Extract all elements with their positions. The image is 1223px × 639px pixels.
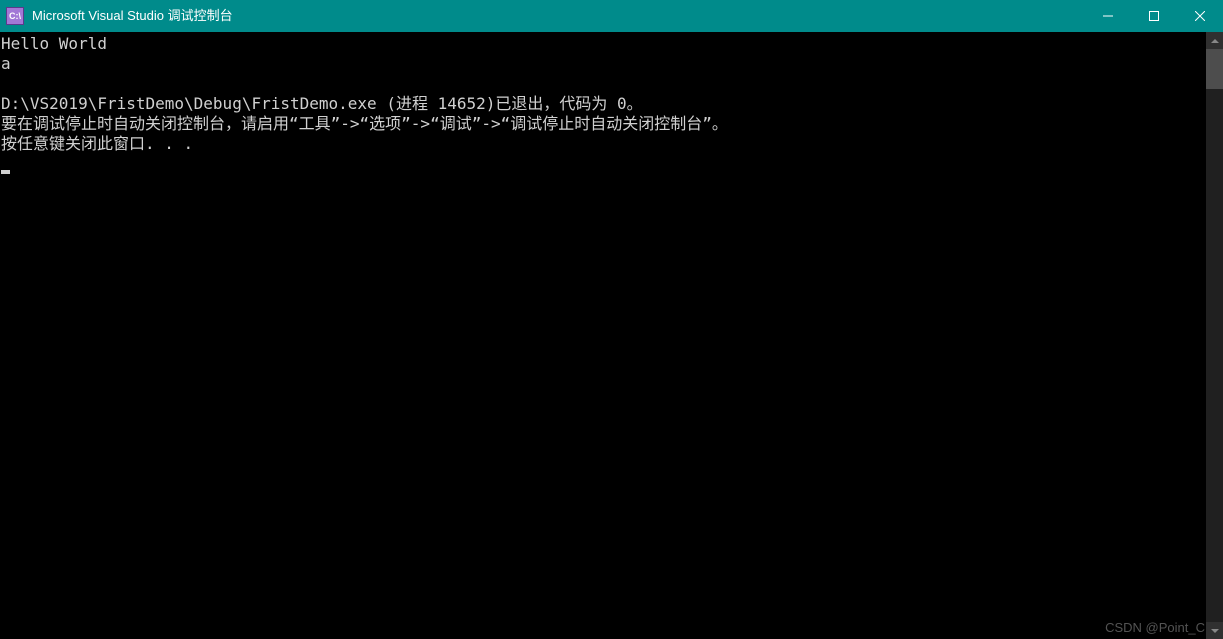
content-area: Hello World a D:\VS2019\FristDemo\Debug\… — [0, 32, 1223, 639]
watermark: CSDN @Point_C — [1105, 620, 1205, 635]
vertical-scrollbar[interactable] — [1206, 32, 1223, 639]
console-line: Hello World — [1, 34, 107, 53]
maximize-button[interactable] — [1131, 0, 1177, 32]
window-controls — [1085, 0, 1223, 32]
titlebar: C:\ Microsoft Visual Studio 调试控制台 — [0, 0, 1223, 32]
scroll-thumb[interactable] — [1206, 49, 1223, 89]
minimize-icon — [1103, 11, 1113, 21]
chevron-up-icon — [1211, 39, 1219, 43]
chevron-down-icon — [1211, 629, 1219, 633]
console-line: a — [1, 54, 11, 73]
app-icon: C:\ — [6, 7, 24, 25]
scroll-up-button[interactable] — [1206, 32, 1223, 49]
console-line: 要在调试停止时自动关闭控制台，请启用“工具”->“选项”->“调试”->“调试停… — [1, 114, 728, 133]
cursor — [1, 170, 10, 174]
maximize-icon — [1149, 11, 1159, 21]
close-icon — [1195, 11, 1205, 21]
console-line: 按任意键关闭此窗口. . . — [1, 134, 193, 153]
scroll-down-button[interactable] — [1206, 622, 1223, 639]
minimize-button[interactable] — [1085, 0, 1131, 32]
console-line: D:\VS2019\FristDemo\Debug\FristDemo.exe … — [1, 94, 643, 113]
close-button[interactable] — [1177, 0, 1223, 32]
titlebar-left: C:\ Microsoft Visual Studio 调试控制台 — [0, 0, 233, 32]
console-output: Hello World a D:\VS2019\FristDemo\Debug\… — [0, 32, 1206, 639]
window-title: Microsoft Visual Studio 调试控制台 — [32, 0, 233, 32]
